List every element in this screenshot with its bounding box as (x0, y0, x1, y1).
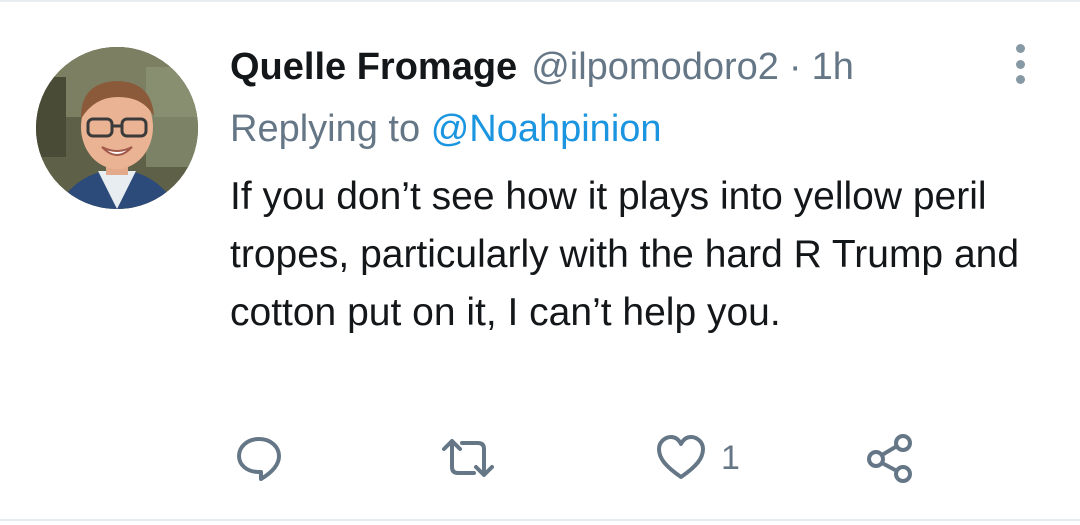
more-options-icon[interactable] (1008, 44, 1032, 84)
avatar[interactable] (36, 47, 198, 209)
heart-icon (657, 435, 705, 479)
separator-dot: · (788, 46, 802, 88)
tweet-text: If you don’t see how it plays into yello… (230, 175, 1020, 334)
share-button[interactable] (865, 428, 915, 488)
tweet-header: Quelle Fromage @ilpomodoro2 · 1h (230, 40, 854, 94)
reply-mention-link[interactable]: @Noahpinion (431, 108, 662, 150)
like-button[interactable]: 1 (655, 428, 740, 488)
replying-to-label: Replying to (230, 108, 421, 150)
like-count: 1 (721, 438, 740, 477)
tweet-actions: 1 (0, 428, 1080, 488)
retweet-icon (442, 439, 494, 477)
reply-icon (237, 437, 281, 481)
share-icon (867, 434, 912, 483)
retweet-button[interactable] (440, 428, 496, 488)
bottom-divider (0, 519, 1080, 521)
top-divider (0, 0, 1080, 2)
author-name[interactable]: Quelle Fromage (230, 40, 517, 94)
tweet-timestamp[interactable]: 1h (812, 40, 854, 94)
avatar-image (36, 47, 198, 209)
author-handle[interactable]: @ilpomodoro2 (531, 40, 779, 94)
reply-button[interactable] (234, 428, 284, 488)
replying-to: Replying to @Noahpinion (230, 103, 662, 155)
